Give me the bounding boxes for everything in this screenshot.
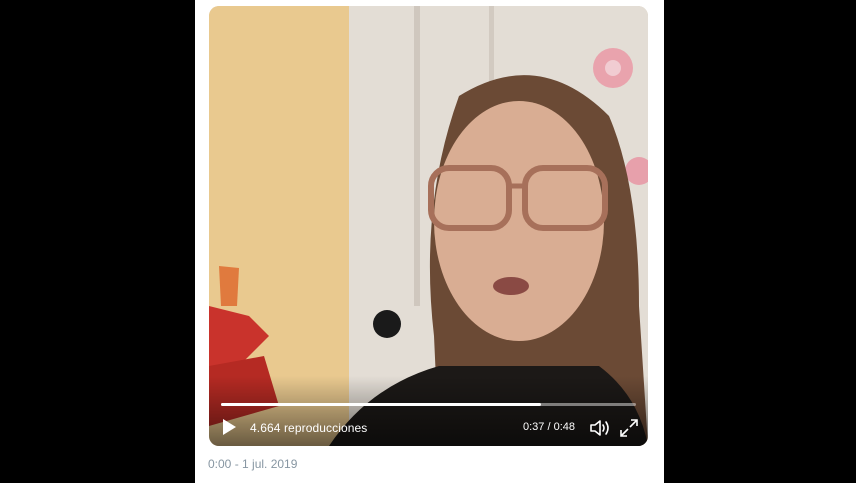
volume-icon bbox=[590, 420, 609, 436]
progress-fill bbox=[221, 403, 541, 406]
play-button[interactable] bbox=[221, 418, 237, 436]
play-icon bbox=[223, 419, 236, 435]
time-display: 0:37 / 0:48 bbox=[523, 421, 575, 433]
tweet-timestamp[interactable]: 0:00 - 1 jul. 2019 bbox=[208, 457, 297, 471]
controls-overlay bbox=[209, 376, 648, 446]
view-count: 4.664 reproducciones bbox=[250, 421, 368, 435]
video-player[interactable]: 4.664 reproducciones 0:37 / 0:48 bbox=[209, 6, 648, 446]
fullscreen-icon bbox=[620, 419, 638, 437]
volume-button[interactable] bbox=[589, 418, 611, 438]
progress-bar[interactable] bbox=[221, 403, 636, 406]
fullscreen-button[interactable] bbox=[619, 418, 639, 438]
